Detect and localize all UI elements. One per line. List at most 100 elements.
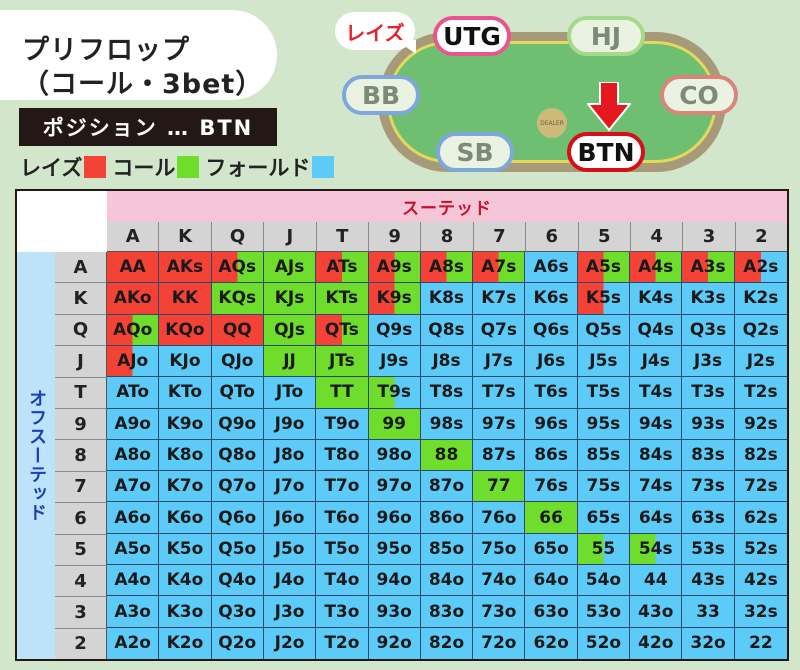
hand-cell: QJo bbox=[211, 345, 264, 378]
hand-cell: J9o bbox=[263, 408, 317, 440]
hand-label: 85o bbox=[428, 538, 465, 559]
hand-cell: 95s bbox=[577, 408, 631, 440]
hand-cell: 86s bbox=[525, 439, 578, 472]
hand-cell: Q8s bbox=[420, 314, 474, 346]
hand-label: A7o bbox=[114, 476, 151, 497]
hand-label: 86s bbox=[534, 444, 568, 465]
hand-cell: Q6o bbox=[211, 502, 264, 534]
hand-cell: K8o bbox=[159, 439, 212, 472]
hand-cell: 42s bbox=[734, 565, 787, 597]
hand-label: A8s bbox=[428, 257, 465, 278]
hand-label: 66 bbox=[539, 507, 563, 528]
hand-cell: ATo bbox=[107, 377, 160, 409]
hand-cell: 82s bbox=[734, 439, 787, 472]
hand-label: K6s bbox=[533, 288, 569, 309]
legend: レイズ コール フォールド bbox=[20, 153, 340, 181]
hand-label: K2s bbox=[743, 288, 779, 309]
hand-label: J6s bbox=[536, 351, 566, 372]
hand-cell: T4s bbox=[630, 377, 683, 409]
hand-label: K7o bbox=[166, 476, 204, 497]
hand-label: A9s bbox=[376, 257, 412, 278]
hand-label: K3o bbox=[166, 601, 204, 622]
hand-cell: TT bbox=[316, 377, 369, 409]
hand-label: KJs bbox=[274, 288, 305, 309]
seat-hj: HJ bbox=[567, 16, 645, 56]
hand-label: 74s bbox=[638, 476, 673, 497]
row-header: 8 bbox=[55, 440, 107, 472]
hand-cell: KTo bbox=[159, 377, 212, 409]
hand-cell: 82o bbox=[420, 627, 474, 659]
row-header: 4 bbox=[55, 565, 107, 598]
hand-cell: A9s bbox=[368, 252, 421, 284]
column-header: 4 bbox=[630, 222, 684, 252]
hand-cell: K5s bbox=[577, 283, 631, 315]
hand-label: 93s bbox=[691, 413, 725, 434]
hand-cell: J3o bbox=[263, 596, 317, 628]
hand-cell: J6s bbox=[525, 345, 578, 378]
hand-cell: 72s bbox=[734, 471, 787, 503]
hand-label: 73s bbox=[691, 476, 725, 497]
seat-sb: SB bbox=[436, 132, 514, 172]
hand-label: A6s bbox=[533, 257, 569, 278]
hand-cell: 52o bbox=[577, 627, 631, 659]
hand-label: Q6s bbox=[532, 319, 570, 340]
hand-label: 22 bbox=[749, 633, 773, 654]
hand-cell: AJo bbox=[107, 345, 160, 378]
hand-label: T5o bbox=[324, 538, 360, 559]
hand-cell: 65o bbox=[525, 533, 578, 566]
offsuit-header: オフスーテッド bbox=[17, 252, 56, 659]
hand-cell: 52s bbox=[734, 533, 787, 566]
hand-label: K4s bbox=[638, 288, 674, 309]
hand-cell: AA bbox=[107, 252, 160, 284]
hand-label: A2o bbox=[114, 633, 151, 654]
hand-label: J2o bbox=[274, 633, 305, 654]
hand-cell: 83o bbox=[420, 596, 474, 628]
hand-cell: J5s bbox=[577, 345, 631, 378]
hand-cell: 98o bbox=[368, 439, 421, 472]
hand-cell: Q9s bbox=[368, 314, 421, 346]
hand-label: QQ bbox=[222, 319, 252, 340]
hand-cell: A2s bbox=[734, 252, 787, 284]
hand-label: T5s bbox=[586, 382, 621, 403]
hand-label: K5s bbox=[585, 288, 621, 309]
seat-co: CO bbox=[660, 75, 738, 115]
hand-cell: 74o bbox=[473, 565, 526, 597]
hand-label: J6o bbox=[274, 507, 305, 528]
hand-label: 96s bbox=[534, 413, 568, 434]
hand-cell: 97s bbox=[473, 408, 526, 440]
hand-label: 84o bbox=[428, 570, 465, 591]
hand-label: 97s bbox=[481, 413, 516, 434]
hand-label: 83s bbox=[691, 444, 725, 465]
hand-cell: 76s bbox=[525, 471, 578, 503]
hand-cell: 96s bbox=[525, 408, 578, 440]
hand-cell: K3o bbox=[159, 596, 212, 628]
hand-cell: J5o bbox=[263, 533, 317, 566]
hand-label: AKo bbox=[113, 288, 152, 309]
hand-label: Q3s bbox=[689, 319, 727, 340]
hand-label: 74o bbox=[481, 570, 517, 591]
hand-label: T9o bbox=[324, 413, 360, 434]
legend-raise-swatch bbox=[84, 156, 107, 178]
hand-label: 64o bbox=[533, 570, 569, 591]
hand-label: J7s bbox=[484, 351, 513, 372]
row-header: 9 bbox=[55, 408, 107, 441]
hand-cell: Q3o bbox=[211, 596, 264, 628]
hand-label: K2o bbox=[166, 633, 204, 654]
hand-cell: Q9o bbox=[211, 408, 264, 440]
hand-cell: AQo bbox=[107, 314, 160, 346]
hand-label: 64s bbox=[638, 507, 673, 528]
hand-cell: K6s bbox=[525, 283, 578, 315]
legend-call-label: コール bbox=[112, 156, 176, 180]
hand-cell: 73o bbox=[473, 596, 526, 628]
hand-cell: 73s bbox=[682, 471, 735, 503]
hand-label: 76s bbox=[534, 476, 568, 497]
hand-cell: AQs bbox=[211, 252, 264, 284]
row-header: T bbox=[55, 377, 107, 409]
hand-cell: Q4s bbox=[630, 314, 683, 346]
hand-cell: A4o bbox=[107, 565, 160, 597]
hand-cell: 33 bbox=[682, 596, 735, 628]
hand-cell: 93o bbox=[368, 596, 421, 628]
legend-call-swatch bbox=[177, 156, 200, 178]
hand-label: 55 bbox=[591, 538, 616, 559]
legend-fold-label: フォールド bbox=[205, 156, 311, 180]
